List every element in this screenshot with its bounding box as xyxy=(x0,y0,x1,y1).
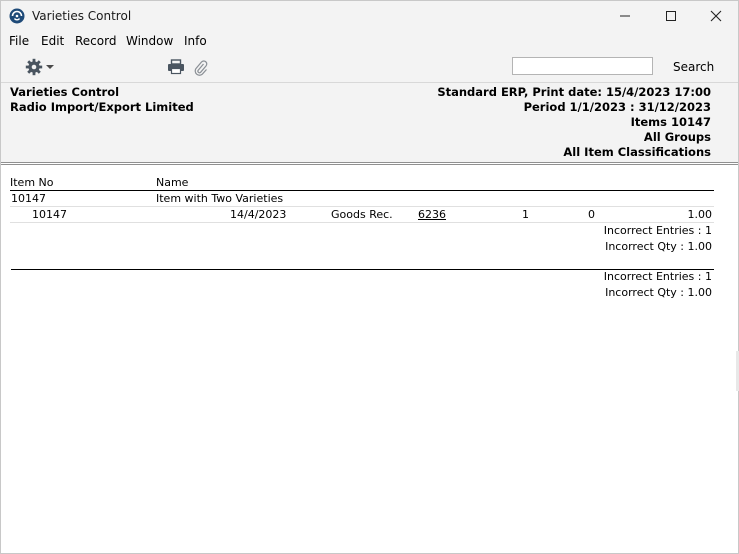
items-filter: Items 10147 xyxy=(630,115,711,129)
groups-filter: All Groups xyxy=(643,130,711,144)
chevron-down-icon[interactable] xyxy=(46,65,54,69)
detail-quantity: 1.00 xyxy=(687,208,713,221)
period-range: Period 1/1/2023 : 31/12/2023 xyxy=(523,100,711,114)
report-header: Varieties Control Radio Import/Export Li… xyxy=(1,83,738,162)
item-incorrect-entries: Incorrect Entries : 1 xyxy=(603,224,712,237)
detail-transaction-type: Goods Rec. xyxy=(331,208,393,221)
row-divider xyxy=(10,222,714,223)
row-divider xyxy=(10,206,714,207)
detail-transaction-link[interactable]: 6236 xyxy=(418,208,446,221)
menu-window[interactable]: Window xyxy=(126,34,173,48)
column-header-rule xyxy=(10,190,714,191)
detail-col1: 1 xyxy=(522,208,529,221)
minimize-icon xyxy=(620,15,630,17)
menu-edit[interactable]: Edit xyxy=(41,34,64,48)
detail-date: 14/4/2023 xyxy=(230,208,287,221)
close-button[interactable] xyxy=(693,1,739,31)
report-body: Item No Name 10147 Item with Two Varieti… xyxy=(1,165,738,553)
column-header-item-no: Item No xyxy=(10,176,54,189)
menu-bar: File Edit Record Window Info xyxy=(1,31,738,52)
paperclip-icon[interactable] xyxy=(194,59,208,77)
menu-record[interactable]: Record xyxy=(75,34,116,48)
toolbar: Search xyxy=(1,52,738,83)
search-input[interactable] xyxy=(512,57,653,75)
close-icon xyxy=(710,10,722,22)
maximize-icon xyxy=(666,11,676,21)
app-window: Varieties Control File Edit Record Windo… xyxy=(0,0,739,554)
detail-col2: 0 xyxy=(588,208,595,221)
item-number[interactable]: 10147 xyxy=(11,192,46,205)
header-divider xyxy=(1,162,738,163)
report-title: Varieties Control xyxy=(10,85,120,99)
print-info: Standard ERP, Print date: 15/4/2023 17:0… xyxy=(437,85,711,99)
menu-info[interactable]: Info xyxy=(184,34,207,48)
item-name: Item with Two Varieties xyxy=(156,192,284,205)
column-header-name: Name xyxy=(156,176,189,189)
window-title: Varieties Control xyxy=(32,9,132,23)
printer-icon[interactable] xyxy=(167,59,185,75)
search-button[interactable]: Search xyxy=(673,60,714,74)
classifications-filter: All Item Classifications xyxy=(563,145,711,159)
title-bar: Varieties Control xyxy=(1,1,738,31)
detail-item-number: 10147 xyxy=(32,208,67,221)
maximize-button[interactable] xyxy=(648,1,694,31)
minimize-button[interactable] xyxy=(602,1,648,31)
item-incorrect-qty: Incorrect Qty : 1.00 xyxy=(605,240,712,253)
app-logo-icon xyxy=(9,8,25,24)
total-incorrect-entries: Incorrect Entries : 1 xyxy=(603,270,712,283)
menu-file[interactable]: File xyxy=(9,34,29,48)
total-incorrect-qty: Incorrect Qty : 1.00 xyxy=(605,286,712,299)
gear-icon[interactable] xyxy=(25,58,43,76)
company-name: Radio Import/Export Limited xyxy=(10,100,194,114)
